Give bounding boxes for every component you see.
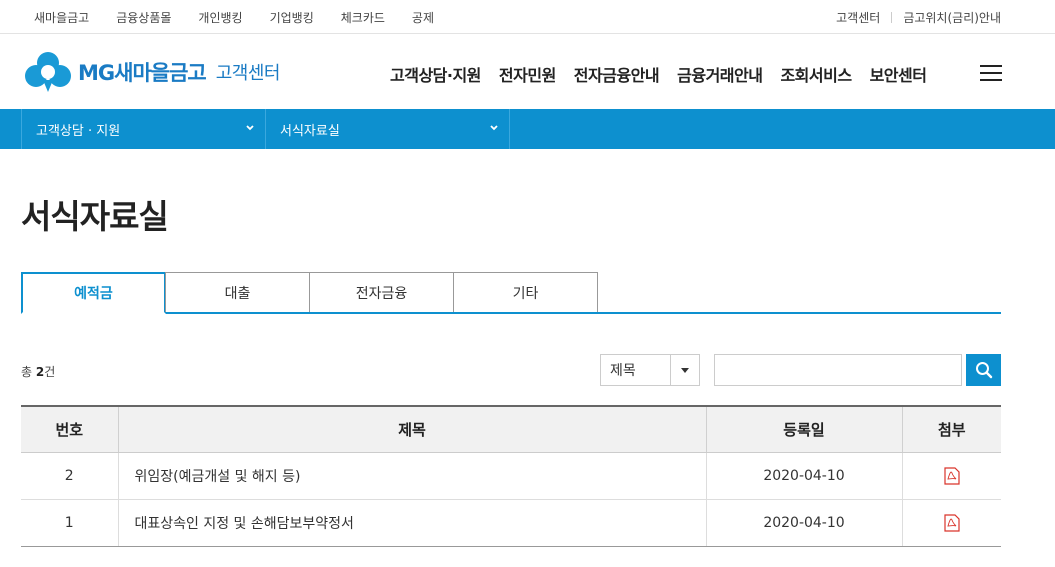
result-count: 총 2건 (21, 363, 55, 380)
row-attachment (901, 452, 1001, 500)
row-title-link[interactable]: 위임장(예금개설 및 해지 등) (117, 452, 706, 500)
util-link-customer-center[interactable]: 고객센터 (836, 9, 880, 26)
nav-item-inquiry-service[interactable]: 조회서비스 (780, 62, 852, 86)
caret-down-icon (670, 355, 699, 385)
util-link-check-card[interactable]: 체크카드 (341, 9, 385, 26)
tab-etc[interactable]: 기타 (453, 272, 598, 312)
location-depth1-label: 고객상담 · 지원 (36, 123, 121, 139)
site-header: MG새마을금고 고객센터 고객상담·지원 전자민원 전자금융안내 금융거래안내 … (0, 34, 1055, 109)
column-header-number: 번호 (21, 406, 118, 453)
row-number: 1 (21, 499, 118, 547)
row-date: 2020-04-10 (705, 499, 902, 547)
search-field-select[interactable]: 제목 (600, 354, 700, 386)
column-header-date: 등록일 (705, 406, 902, 453)
nav-item-e-finance[interactable]: 전자금융안내 (574, 62, 660, 86)
count-value: 2 (35, 365, 45, 379)
util-link-saemaul[interactable]: 새마을금고 (34, 9, 89, 26)
row-attachment (901, 499, 1001, 547)
location-bar: 고객상담 · 지원 서식자료실 (0, 109, 1055, 149)
menu-icon[interactable] (980, 65, 1002, 83)
column-header-attachment: 첨부 (901, 406, 1001, 453)
row-number: 2 (21, 452, 118, 500)
nav-item-transaction-guide[interactable]: 금융거래안내 (677, 62, 763, 86)
utility-bar: 새마을금고 금융상품몰 개인뱅킹 기업뱅킹 체크카드 공제 고객센터 금고위치(… (0, 0, 1055, 34)
utility-left-links: 새마을금고 금융상품몰 개인뱅킹 기업뱅킹 체크카드 공제 (34, 9, 461, 26)
divider (509, 109, 510, 149)
chevron-down-icon (246, 125, 254, 131)
search-input[interactable] (714, 354, 962, 386)
tab-loan[interactable]: 대출 (165, 272, 310, 312)
chevron-down-icon (490, 125, 498, 131)
util-link-corporate-banking[interactable]: 기업뱅킹 (270, 9, 314, 26)
column-header-title: 제목 (117, 406, 706, 453)
main-navigation: 고객상담·지원 전자민원 전자금융안내 금융거래안내 조회서비스 보안센터 (390, 62, 944, 86)
table-header-row: 번호 제목 등록일 첨부 (21, 406, 1001, 453)
count-suffix: 건 (44, 365, 56, 379)
util-link-product-mall[interactable]: 금융상품몰 (116, 9, 171, 26)
utility-right-links: 고객센터 금고위치(금리)안내 (836, 9, 1001, 26)
brand-subtitle: 고객센터 (215, 63, 281, 84)
util-link-branch-locator[interactable]: 금고위치(금리)안내 (903, 9, 1001, 26)
util-link-insurance[interactable]: 공제 (412, 9, 434, 26)
location-depth1-select[interactable]: 고객상담 · 지원 (21, 109, 265, 149)
search-field-value: 제목 (610, 363, 636, 379)
clover-logo-icon (25, 52, 71, 92)
table-row: 1 대표상속인 지정 및 손해담보부약정서 2020-04-10 (21, 499, 1001, 547)
location-depth2-select[interactable]: 서식자료실 (265, 109, 509, 149)
nav-item-security-center[interactable]: 보안센터 (870, 62, 927, 86)
divider (891, 12, 893, 23)
row-title-link[interactable]: 대표상속인 지정 및 손해담보부약정서 (117, 499, 706, 547)
category-tabs: 예적금 대출 전자금융 기타 (21, 272, 1001, 314)
row-date: 2020-04-10 (705, 452, 902, 500)
location-depth2-label: 서식자료실 (280, 123, 340, 139)
util-link-personal-banking[interactable]: 개인뱅킹 (198, 9, 242, 26)
pdf-icon[interactable] (944, 513, 960, 532)
tab-e-finance[interactable]: 전자금융 (309, 272, 454, 312)
site-logo[interactable]: MG새마을금고 고객센터 (22, 50, 280, 94)
search-button[interactable] (966, 354, 1001, 386)
pdf-icon[interactable] (944, 466, 960, 485)
table-row: 2 위임장(예금개설 및 해지 등) 2020-04-10 (21, 452, 1001, 500)
document-table: 번호 제목 등록일 첨부 2 위임장(예금개설 및 해지 등) 2020-04-… (21, 405, 1001, 547)
brand-name: MG새마을금고 (78, 61, 207, 85)
nav-item-consulting[interactable]: 고객상담·지원 (390, 62, 481, 86)
tab-deposit[interactable]: 예적금 (21, 272, 166, 314)
search-icon (975, 362, 992, 379)
nav-item-e-complaint[interactable]: 전자민원 (499, 62, 556, 86)
count-prefix: 총 (21, 365, 33, 379)
page-title: 서식자료실 (21, 197, 169, 236)
